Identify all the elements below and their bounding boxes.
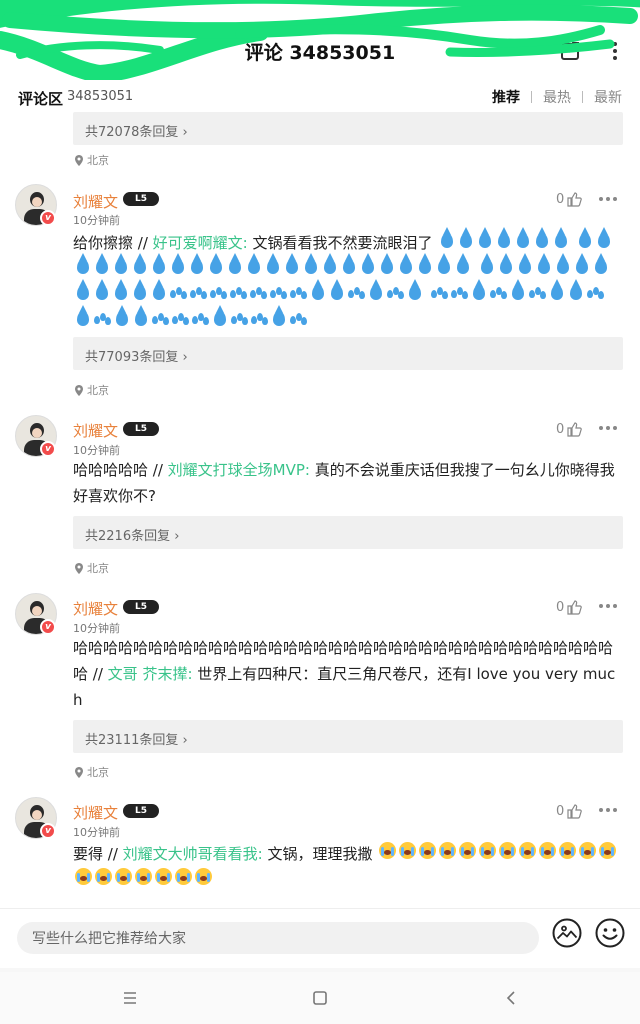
level-badge: L5 xyxy=(123,804,159,818)
home-icon[interactable] xyxy=(310,988,330,1008)
verified-badge: v xyxy=(40,823,56,839)
level-badge: L5 xyxy=(123,192,159,206)
system-navigation-bar xyxy=(0,972,640,1024)
comment-text: 要得 // 刘耀文大帅哥看看我: 文锅，理理我撒 xyxy=(73,841,623,893)
sort-options: 推荐 最热 最新 xyxy=(492,87,622,107)
thumbs-up-icon xyxy=(567,422,583,437)
sort-hottest[interactable]: 最热 xyxy=(543,87,571,107)
view-replies-button[interactable]: 共23111条回复 › xyxy=(73,720,623,753)
more-icon[interactable] xyxy=(598,603,618,609)
menu-icon[interactable] xyxy=(120,988,140,1008)
mention-link[interactable]: 文哥 芥末撵: xyxy=(108,665,193,683)
comment-section-bar: 评论区 34853051 推荐 最热 最新 xyxy=(0,80,640,112)
thumbs-up-icon xyxy=(567,804,583,819)
timestamp: 10分钟前 xyxy=(73,622,120,635)
sort-divider xyxy=(531,91,532,103)
location-pin-icon xyxy=(75,384,83,396)
username[interactable]: 刘耀文 xyxy=(73,598,118,619)
like-button[interactable]: 0 xyxy=(556,804,583,819)
replies-count: 共23111条回复 xyxy=(85,733,179,748)
username[interactable]: 刘耀文 xyxy=(73,191,118,212)
location: 北京 xyxy=(75,560,109,576)
comment-text: 哈哈哈哈哈 // 刘耀文打球全场MVP: 真的不会说重庆话但我搜了一句幺儿你晓得… xyxy=(73,461,615,505)
comment-section-label: 评论区 xyxy=(18,90,64,108)
like-button[interactable]: 0 xyxy=(556,192,583,207)
emoji-picker-icon[interactable] xyxy=(595,918,625,948)
comment-text: 给你擦擦 // 好可爱啊耀文: 文锅看看我不然要流眼泪了 xyxy=(73,227,623,334)
location: 北京 xyxy=(75,764,109,780)
mention-link[interactable]: 好可爱啊耀文: xyxy=(153,234,248,252)
timestamp: 10分钟前 xyxy=(73,214,120,227)
verified-badge: v xyxy=(40,619,56,635)
verified-badge: v xyxy=(40,210,56,226)
timestamp: 10分钟前 xyxy=(73,826,120,839)
thumbs-up-icon xyxy=(567,600,583,615)
level-badge: L5 xyxy=(123,600,159,614)
mention-link[interactable]: 刘耀文打球全场MVP: xyxy=(168,461,310,479)
comment-list: 共72078条回复 › 北京 v 刘耀文 L5 10分钟前 0 给你擦擦 // … xyxy=(0,112,640,908)
more-icon[interactable] xyxy=(598,807,618,813)
comment-text: 哈哈哈哈哈哈哈哈哈哈哈哈哈哈哈哈哈哈哈哈哈哈哈哈哈哈哈哈哈哈哈哈哈哈哈哈哈 //… xyxy=(73,639,616,709)
sort-divider xyxy=(582,91,583,103)
scribble-overlay xyxy=(0,0,640,80)
top-bar: 评论 34853051 xyxy=(0,0,640,80)
comment-count: 34853051 xyxy=(67,89,134,104)
replies-count: 共77093条回复 xyxy=(85,350,179,365)
location: 北京 xyxy=(75,382,109,398)
timestamp: 10分钟前 xyxy=(73,444,120,457)
replies-count: 共2216条回复 xyxy=(85,529,171,544)
username[interactable]: 刘耀文 xyxy=(73,420,118,441)
image-picker-icon[interactable] xyxy=(552,918,582,948)
comment-input-bar xyxy=(0,908,640,968)
like-button[interactable]: 0 xyxy=(556,600,583,615)
location: 北京 xyxy=(75,152,109,168)
sort-recommended[interactable]: 推荐 xyxy=(492,87,520,107)
level-badge: L5 xyxy=(123,422,159,436)
back-icon[interactable] xyxy=(502,988,522,1008)
replies-count: 共72078条回复 xyxy=(85,125,179,140)
more-icon[interactable] xyxy=(598,425,618,431)
sort-newest[interactable]: 最新 xyxy=(594,87,622,107)
location-pin-icon xyxy=(75,766,83,778)
location-pin-icon xyxy=(75,154,83,166)
verified-badge: v xyxy=(40,441,56,457)
thumbs-up-icon xyxy=(567,192,583,207)
comment-input[interactable] xyxy=(17,922,539,954)
mention-link[interactable]: 刘耀文大帅哥看看我: xyxy=(123,845,263,863)
view-replies-button[interactable]: 共72078条回复 › xyxy=(73,112,623,145)
view-replies-button[interactable]: 共2216条回复 › xyxy=(73,516,623,549)
more-icon[interactable] xyxy=(598,196,618,202)
username[interactable]: 刘耀文 xyxy=(73,802,118,823)
like-button[interactable]: 0 xyxy=(556,422,583,437)
view-replies-button[interactable]: 共77093条回复 › xyxy=(73,337,623,370)
location-pin-icon xyxy=(75,562,83,574)
